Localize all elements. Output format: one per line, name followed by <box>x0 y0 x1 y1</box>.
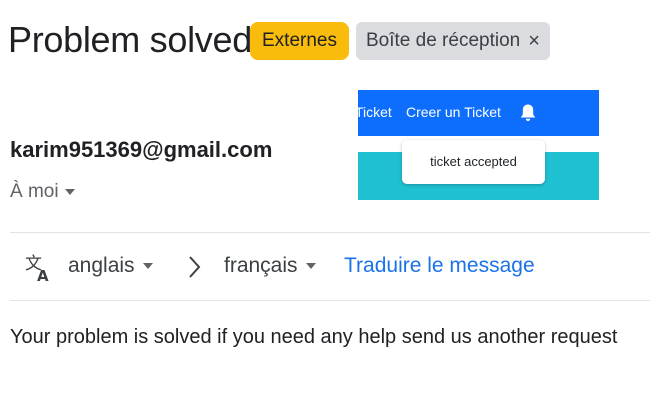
chevron-right-icon <box>188 254 202 285</box>
label-inbox-text: Boîte de réception <box>366 30 521 51</box>
notification-popup: ticket accepted <box>402 140 545 184</box>
recipient-label: À moi <box>10 181 59 202</box>
divider <box>10 232 650 233</box>
target-language-select[interactable]: français <box>224 254 316 278</box>
translate-icon: 文 A <box>24 252 54 287</box>
email-body: Your problem is solved if you need any h… <box>10 326 618 348</box>
email-subject: Problem solved <box>8 19 252 60</box>
label-externes-text: Externes <box>262 30 337 51</box>
label-externes[interactable]: Externes <box>250 22 349 60</box>
svg-text:A: A <box>37 267 49 282</box>
label-inbox[interactable]: Boîte de réception × <box>356 22 550 60</box>
caret-down-icon <box>142 263 153 269</box>
source-language-select[interactable]: anglais <box>68 254 153 278</box>
sender-email: karim951369@gmail.com <box>10 137 273 162</box>
divider <box>10 300 650 301</box>
target-language-label: français <box>224 254 298 277</box>
caret-down-icon <box>305 263 316 269</box>
translate-bar: 文 A anglais français Traduire le message <box>10 248 640 288</box>
bell-icon[interactable] <box>519 103 537 128</box>
nav-link-ticket[interactable]: Ticket <box>358 104 392 120</box>
translate-message-link[interactable]: Traduire le message <box>344 254 535 278</box>
ticket-navbar: Ticket Creer un Ticket <box>358 90 599 136</box>
source-language-label: anglais <box>68 254 135 277</box>
ticket-app-screenshot: Ticket Creer un Ticket ticket accepted <box>358 90 599 200</box>
nav-link-create-ticket[interactable]: Creer un Ticket <box>406 104 501 120</box>
remove-label-icon[interactable]: × <box>528 22 540 60</box>
caret-down-icon <box>64 189 75 195</box>
recipient-dropdown[interactable]: À moi <box>10 181 75 203</box>
